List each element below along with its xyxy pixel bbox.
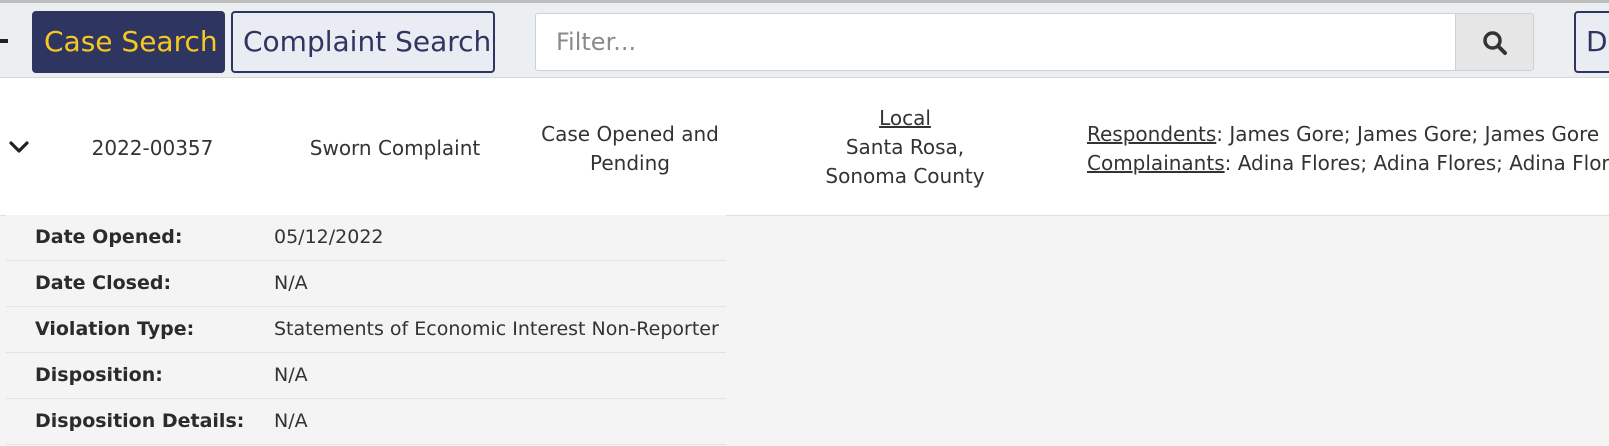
top-toolbar: Case Search Complaint Search D [0, 0, 1609, 78]
detail-label: Disposition Details: [35, 410, 245, 432]
jurisdiction-line1: Santa Rosa, [845, 135, 965, 159]
detail-row-disposition: Disposition: N/A [6, 353, 726, 399]
detail-row-disposition-details: Disposition Details: N/A [6, 399, 726, 445]
jurisdiction: Local Santa Rosa, Sonoma County [800, 104, 1010, 191]
detail-row-violation-type: Violation Type: Statements of Economic I… [6, 307, 726, 353]
detail-row-date-opened: Date Opened: 05/12/2022 [6, 215, 726, 261]
magnifier-icon [1483, 31, 1507, 55]
respondents-value: : James Gore; James Gore; James Gore [1216, 122, 1600, 146]
complainants-value: : Adina Flores; Adina Flores; Adina Flor… [1224, 151, 1609, 175]
detail-value: N/A [274, 272, 308, 294]
case-row: 2022-00357 Sworn Complaint Case Opened a… [0, 78, 1609, 216]
detail-value: N/A [274, 410, 308, 432]
detail-label: Date Closed: [35, 272, 172, 294]
jurisdiction-line2: Sonoma County [825, 164, 985, 188]
complainants-label: Complainants [1087, 151, 1225, 175]
chevron-down-icon[interactable] [8, 136, 30, 160]
detail-value: 05/12/2022 [274, 226, 384, 248]
search-button[interactable] [1455, 13, 1534, 71]
detail-value: N/A [274, 364, 308, 386]
complaint-search-button[interactable]: Complaint Search [231, 11, 495, 73]
left-edge-marker [0, 39, 8, 43]
detail-value: Statements of Economic Interest Non-Repo… [274, 318, 719, 340]
jurisdiction-title: Local [879, 106, 931, 130]
respondents-line: Respondents: James Gore; James Gore; Jam… [1087, 120, 1609, 149]
overflow-toolbar-button[interactable]: D [1574, 11, 1609, 73]
case-status: Case Opened and Pending [540, 120, 720, 178]
filter-input[interactable] [535, 13, 1455, 71]
parties: Respondents: James Gore; James Gore; Jam… [1087, 120, 1609, 178]
case-status-line2: Pending [590, 151, 670, 175]
case-details-panel: Date Opened: 05/12/2022 Date Closed: N/A… [6, 215, 726, 445]
detail-label: Disposition: [35, 364, 163, 386]
case-search-button[interactable]: Case Search [32, 11, 225, 73]
detail-label: Date Opened: [35, 226, 183, 248]
case-status-line1: Case Opened and [541, 122, 719, 146]
detail-label: Violation Type: [35, 318, 195, 340]
complainants-line: Complainants: Adina Flores; Adina Flores… [1087, 149, 1609, 178]
case-type: Sworn Complaint [309, 136, 481, 160]
respondents-label: Respondents [1087, 122, 1217, 146]
detail-row-date-closed: Date Closed: N/A [6, 261, 726, 307]
case-number: 2022-00357 [91, 136, 214, 160]
